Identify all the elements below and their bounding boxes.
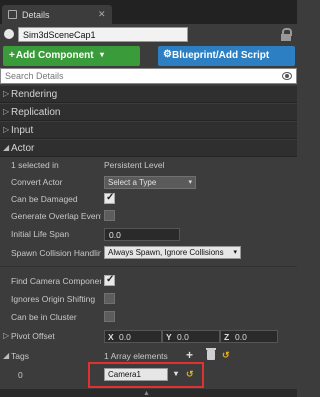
search-placeholder: Search Details [5,71,64,81]
property-row-convert-actor: Convert Actor Select a Type ▾ [0,173,297,191]
property-label: Convert Actor [11,177,63,187]
property-label: Initial Life Span [11,229,70,239]
expanded-arrow-icon: ◢ [3,351,10,360]
property-value: Persistent Level [104,160,165,170]
property-label: Ignores Origin Shifting [11,294,96,304]
x-axis-label: X [108,332,114,342]
details-icon [8,10,17,19]
tab-details[interactable]: Details ✕ [2,5,112,24]
blueprint-label: Blueprint/Add Script [172,50,270,61]
property-row-can-be-damaged: Can be Damaged ✓ [0,190,297,208]
property-row-overlap: Generate Overlap Event [0,207,297,225]
property-row-life-span: Initial Life Span 0.0 [0,225,297,243]
divider [0,266,297,267]
category-replication[interactable]: ▷ Replication [0,104,297,121]
find-camera-checkbox[interactable]: ✓ [104,274,115,286]
lock-icon[interactable] [279,27,293,42]
z-value: 0.0 [235,332,247,342]
category-rendering[interactable]: ▷ Rendering [0,86,297,103]
highlight-box [88,362,204,388]
property-label: Generate Overlap Event [11,211,101,221]
pivot-y-input[interactable]: Y 0.0 [162,330,220,343]
chevron-down-icon: ▾ [233,249,237,256]
tags-count: 1 Array elements [104,351,168,361]
panel-footer: ▲ [0,389,297,397]
checkmark-icon: ✓ [106,192,115,203]
collapsed-arrow-icon: ▷ [3,331,10,340]
plus-icon: + [9,50,15,61]
category-label: Replication [11,107,61,118]
dropdown-value: Select a Type [108,178,157,187]
object-name-row: Sim3dSceneCap1 [0,26,297,44]
property-row-selected: 1 selected in Persistent Level [0,156,297,174]
property-label: Find Camera Component [11,276,101,286]
collapsed-arrow-icon: ▷ [3,107,10,116]
property-row-spawn-collision: Spawn Collision Handling Always Spawn, I… [0,244,297,262]
property-row-ignores-shift: Ignores Origin Shifting [0,290,297,308]
generate-overlap-checkbox[interactable] [104,210,115,221]
can-be-damaged-checkbox[interactable]: ✓ [104,192,115,204]
z-axis-label: Z [224,332,230,342]
pivot-z-input[interactable]: Z 0.0 [220,330,278,343]
category-actor[interactable]: ◢ Actor [0,140,297,157]
expanded-arrow-icon: ◢ [3,143,10,152]
property-row-pivot-offset[interactable]: ▷ Pivot Offset X 0.0 Y 0.0 Z 0.0 [0,327,297,345]
collapsed-arrow-icon: ▷ [3,89,10,98]
collapsed-arrow-icon: ▷ [3,125,10,134]
ignores-origin-shifting-checkbox[interactable] [104,293,115,304]
close-icon[interactable]: ✕ [98,9,106,20]
category-input[interactable]: ▷ Input [0,122,297,139]
life-span-input[interactable]: 0.0 [104,228,180,241]
property-label: Tags [11,351,29,361]
grip-icon[interactable]: ▲ [143,390,150,397]
search-details-input[interactable]: Search Details [0,68,297,84]
tab-label: Details [22,10,50,20]
property-label: Can be in Cluster [11,312,77,322]
property-label: Spawn Collision Handling [11,248,101,258]
pivot-x-input[interactable]: X 0.0 [104,330,162,343]
property-label: Pivot Offset [11,331,55,341]
add-component-button[interactable]: +Add Component ▾ [3,46,140,66]
reset-icon[interactable]: ↺ [222,350,230,361]
property-row-cluster: Can be in Cluster [0,308,297,326]
eye-icon[interactable] [282,72,292,80]
convert-actor-dropdown[interactable]: Select a Type ▾ [104,176,196,189]
checkmark-icon: ✓ [106,274,115,285]
category-label: Rendering [11,89,58,100]
object-icon [4,29,14,39]
chevron-down-icon: ▾ [100,50,105,59]
property-label: 1 selected in [11,160,59,170]
trash-icon[interactable] [206,348,216,360]
chevron-down-icon: ▾ [188,179,192,186]
y-axis-label: Y [166,332,172,342]
spawn-collision-dropdown[interactable]: Always Spawn, Ignore Collisions ▾ [104,246,241,259]
category-label: Actor [11,143,35,154]
property-label: Can be Damaged [11,194,78,204]
can-be-in-cluster-checkbox[interactable] [104,311,115,322]
blueprint-add-script-button[interactable]: ⚙ Blueprint/Add Script [158,46,295,66]
category-label: Input [11,125,34,136]
add-element-icon[interactable]: + [186,348,193,362]
blueprint-icon: ⚙ [163,49,172,60]
tab-strip: Details ✕ [0,0,297,24]
property-row-find-camera: Find Camera Component ✓ [0,272,297,290]
y-value: 0.0 [177,332,189,342]
x-value: 0.0 [119,332,131,342]
dropdown-value: Always Spawn, Ignore Collisions [108,248,224,257]
object-name-input[interactable]: Sim3dSceneCap1 [18,27,188,42]
add-component-label: Add Component [15,50,94,61]
